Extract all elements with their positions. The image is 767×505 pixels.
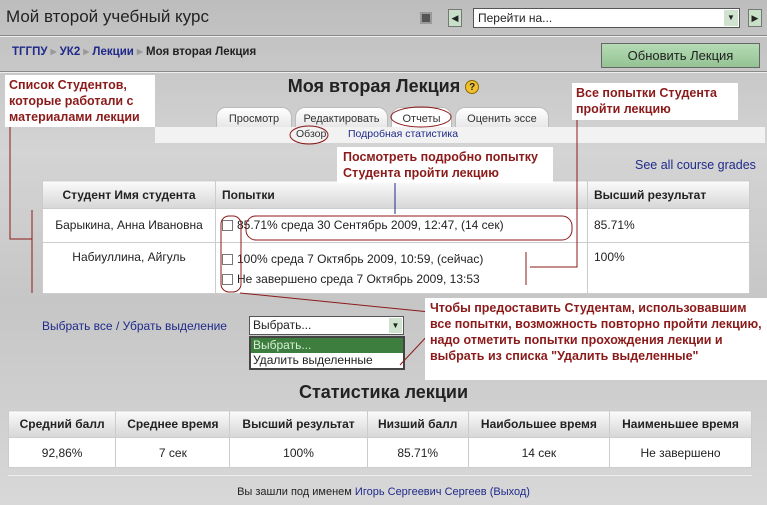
annotation-line — [9, 127, 32, 240]
annotation-students: Список Студентов, которые работали с мат… — [5, 75, 155, 127]
annotation-view-attempt: Посмотреть подробно попытку Студента про… — [337, 147, 553, 183]
annotation-line — [530, 120, 578, 268]
annotation-oval — [289, 125, 329, 145]
annotation-line — [239, 292, 431, 313]
annotation-retake: Чтобы предоставить Студентам, использова… — [425, 298, 767, 380]
annotation-oval — [390, 106, 452, 128]
annotation-all-attempts: Все попытки Студента пройти лекцию — [572, 83, 738, 120]
annotation-oval — [245, 215, 573, 241]
annotation-oval — [220, 215, 242, 293]
